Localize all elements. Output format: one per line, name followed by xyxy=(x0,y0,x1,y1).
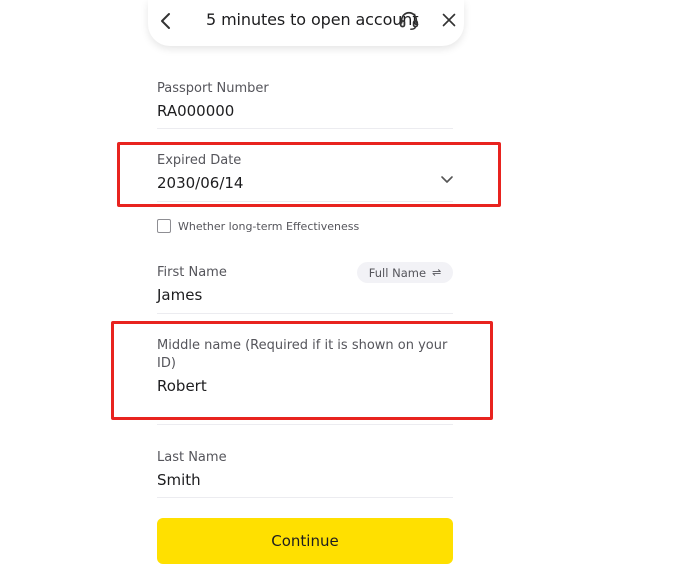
divider xyxy=(157,313,453,314)
passport-number-value[interactable]: RA000000 xyxy=(157,101,453,121)
passport-number-field[interactable]: Passport Number RA000000 xyxy=(157,80,453,121)
divider xyxy=(157,128,453,129)
headset-icon[interactable] xyxy=(398,10,420,32)
long-term-label: Whether long-term Effectiveness xyxy=(178,219,360,233)
swap-icon: ⇌ xyxy=(432,266,442,279)
close-icon[interactable] xyxy=(438,9,460,31)
back-chevron-left-icon[interactable] xyxy=(154,9,178,33)
divider xyxy=(157,424,453,425)
expired-date-highlight xyxy=(117,142,501,207)
last-name-value[interactable]: Smith xyxy=(157,470,453,490)
full-name-toggle-label: Full Name xyxy=(368,265,427,280)
middle-name-highlight xyxy=(111,321,493,420)
header-bar: 5 minutes to open account xyxy=(148,0,464,46)
continue-button[interactable]: Continue xyxy=(157,518,453,564)
passport-number-label: Passport Number xyxy=(157,81,269,96)
full-name-toggle-button[interactable]: Full Name ⇌ xyxy=(357,262,453,283)
page-title: 5 minutes to open account xyxy=(206,10,419,29)
long-term-row[interactable]: Whether long-term Effectiveness xyxy=(157,219,359,233)
long-term-checkbox[interactable] xyxy=(157,219,171,233)
last-name-field[interactable]: Last Name Smith xyxy=(157,449,453,490)
last-name-label: Last Name xyxy=(157,450,227,465)
first-name-value[interactable]: James xyxy=(157,285,453,305)
divider xyxy=(157,497,453,498)
